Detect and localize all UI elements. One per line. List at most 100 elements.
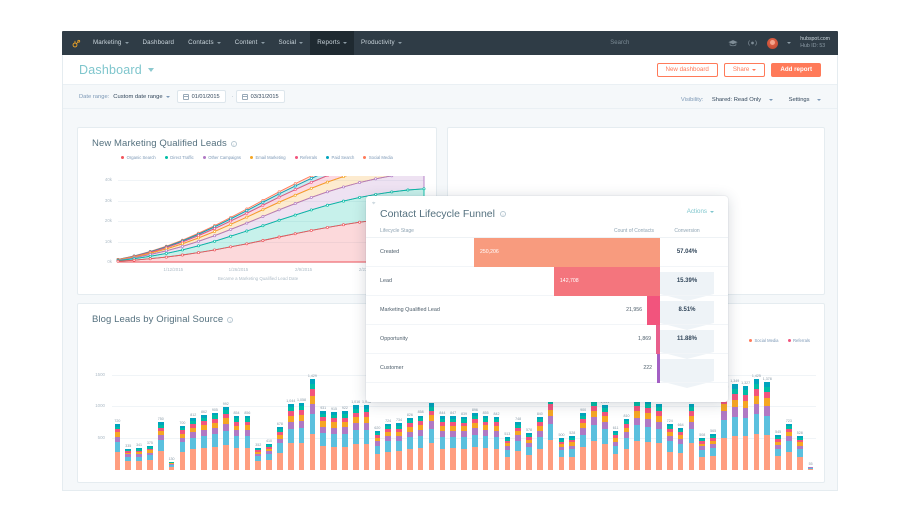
bar-stack[interactable] xyxy=(807,466,814,470)
date-end-input[interactable]: 03/31/2015 xyxy=(235,90,285,103)
bar-stack[interactable] xyxy=(352,405,359,470)
date-range-value[interactable]: Custom date range xyxy=(113,94,162,100)
bar-stack[interactable] xyxy=(439,416,446,470)
bar-stack[interactable] xyxy=(147,446,153,470)
bar-stack[interactable] xyxy=(623,418,630,470)
bar-stack[interactable] xyxy=(558,438,565,470)
nav-item-productivity[interactable]: Productivity xyxy=(354,31,409,55)
info-icon[interactable]: i xyxy=(227,316,234,323)
funnel-row[interactable]: Customer 222 xyxy=(366,353,728,383)
funnel-row[interactable]: Marketing Qualified Lead 21,956 8.51% xyxy=(366,295,728,325)
bar-stack[interactable] xyxy=(266,443,272,470)
date-range-caret-icon[interactable] xyxy=(165,95,170,98)
bar-stack[interactable] xyxy=(363,405,370,470)
bar-stack[interactable] xyxy=(201,415,207,470)
bar-stack[interactable] xyxy=(526,433,532,470)
bar-stack[interactable] xyxy=(342,411,348,470)
bar-stack[interactable] xyxy=(688,403,695,470)
legend-item[interactable]: Referrals xyxy=(294,155,317,160)
legend-item[interactable]: Social Media xyxy=(363,155,393,160)
drag-handle-icon[interactable]: ⌖ xyxy=(372,201,375,208)
bar-stack[interactable] xyxy=(309,379,316,470)
bar-stack[interactable] xyxy=(179,425,186,470)
account-info[interactable]: hubspot.com Hub ID: 53 xyxy=(800,36,830,49)
bar-stack[interactable] xyxy=(190,418,197,470)
info-icon[interactable]: i xyxy=(230,140,237,147)
nav-item-contacts[interactable]: Contacts xyxy=(181,31,228,55)
date-start-input[interactable]: 01/01/2015 xyxy=(176,90,226,103)
new-dashboard-button[interactable]: New dashboard xyxy=(656,62,718,77)
settings-menu[interactable]: Settings xyxy=(789,88,821,106)
bar-stack[interactable] xyxy=(656,403,662,470)
bar-stack[interactable] xyxy=(699,437,706,470)
notifications-icon[interactable] xyxy=(747,39,758,47)
bar-stack[interactable] xyxy=(331,411,337,470)
bar-stack[interactable] xyxy=(461,416,467,470)
bar-stack[interactable] xyxy=(482,415,489,470)
bar-stack[interactable] xyxy=(212,412,218,470)
legend-item[interactable]: Other Campaigns xyxy=(202,155,241,160)
dashboard-picker-caret-icon[interactable] xyxy=(147,67,154,72)
nav-item-social[interactable]: Social xyxy=(272,31,311,55)
bar-stack[interactable] xyxy=(666,424,673,470)
bar-stack[interactable] xyxy=(385,424,391,470)
funnel-row[interactable]: Created 250,206 57.04% xyxy=(366,237,728,267)
bar-stack[interactable] xyxy=(536,416,543,470)
bar-stack[interactable] xyxy=(710,434,716,470)
bar-stack[interactable] xyxy=(320,410,326,470)
nav-item-dashboard[interactable]: Dashboard xyxy=(136,31,182,55)
bar-stack[interactable] xyxy=(580,412,586,470)
bar-stack[interactable] xyxy=(374,430,381,470)
bar-stack[interactable] xyxy=(277,426,283,470)
bar-stack[interactable] xyxy=(472,413,478,470)
bar-stack[interactable] xyxy=(287,403,294,470)
legend-item[interactable]: Organic Search xyxy=(121,155,156,160)
funnel-row[interactable]: Opportunity 1,869 11.88% xyxy=(366,324,728,354)
nav-item-reports[interactable]: Reports xyxy=(310,31,354,55)
bar-stack[interactable] xyxy=(450,416,456,470)
account-caret-icon[interactable] xyxy=(787,42,792,44)
bar-stack[interactable] xyxy=(136,448,142,470)
bar-stack[interactable] xyxy=(125,448,132,470)
bar-stack[interactable] xyxy=(157,422,164,470)
contact-lifecycle-funnel-panel[interactable]: ⌖ Contact Lifecycle Funnel i Actions Lif… xyxy=(366,196,728,402)
bar-stack[interactable] xyxy=(634,398,641,470)
bar-stack[interactable] xyxy=(493,416,500,470)
bar-stack[interactable] xyxy=(298,402,305,470)
bar-stack[interactable] xyxy=(591,397,597,470)
funnel-actions-menu[interactable]: Actions xyxy=(687,208,714,215)
legend-item[interactable]: Direct Traffic xyxy=(164,155,194,160)
bar-stack[interactable] xyxy=(233,415,240,470)
bar-stack[interactable] xyxy=(396,423,402,470)
bar-stack[interactable] xyxy=(569,436,576,470)
bar-stack[interactable] xyxy=(677,427,684,470)
bar-stack[interactable] xyxy=(504,437,511,470)
legend-item[interactable]: Paid Search xyxy=(326,155,354,160)
bar-stack[interactable] xyxy=(417,415,424,471)
share-button[interactable]: Share xyxy=(723,62,766,77)
bar-stack[interactable] xyxy=(601,404,608,470)
academy-icon[interactable] xyxy=(728,39,738,47)
visibility-control[interactable]: Visibility: Shared: Read Only xyxy=(681,88,773,106)
bar-stack[interactable] xyxy=(222,406,229,470)
bar-stack[interactable] xyxy=(742,385,749,470)
nav-item-content[interactable]: Content xyxy=(228,31,272,55)
bar-segment xyxy=(287,443,294,470)
avatar[interactable] xyxy=(767,37,779,49)
nav-item-marketing[interactable]: Marketing xyxy=(86,31,136,55)
hubspot-sprocket-icon[interactable] xyxy=(66,39,86,48)
bar-stack[interactable] xyxy=(168,461,175,470)
bar-stack[interactable] xyxy=(407,417,413,470)
bar-stack[interactable] xyxy=(612,431,619,470)
legend-item[interactable]: Email Marketing xyxy=(250,155,286,160)
bar-stack[interactable] xyxy=(255,447,262,470)
bar-stack[interactable] xyxy=(731,384,738,470)
bar-stack[interactable] xyxy=(753,379,760,470)
funnel-row[interactable]: Lead 142,708 15.39% xyxy=(366,266,728,296)
search-input[interactable]: Search xyxy=(610,40,629,46)
bar-stack[interactable] xyxy=(775,435,781,470)
bar-stack[interactable] xyxy=(645,400,651,470)
add-report-button[interactable]: Add report xyxy=(771,62,821,77)
bar-stack[interactable] xyxy=(764,382,771,470)
info-icon[interactable]: i xyxy=(499,211,506,217)
